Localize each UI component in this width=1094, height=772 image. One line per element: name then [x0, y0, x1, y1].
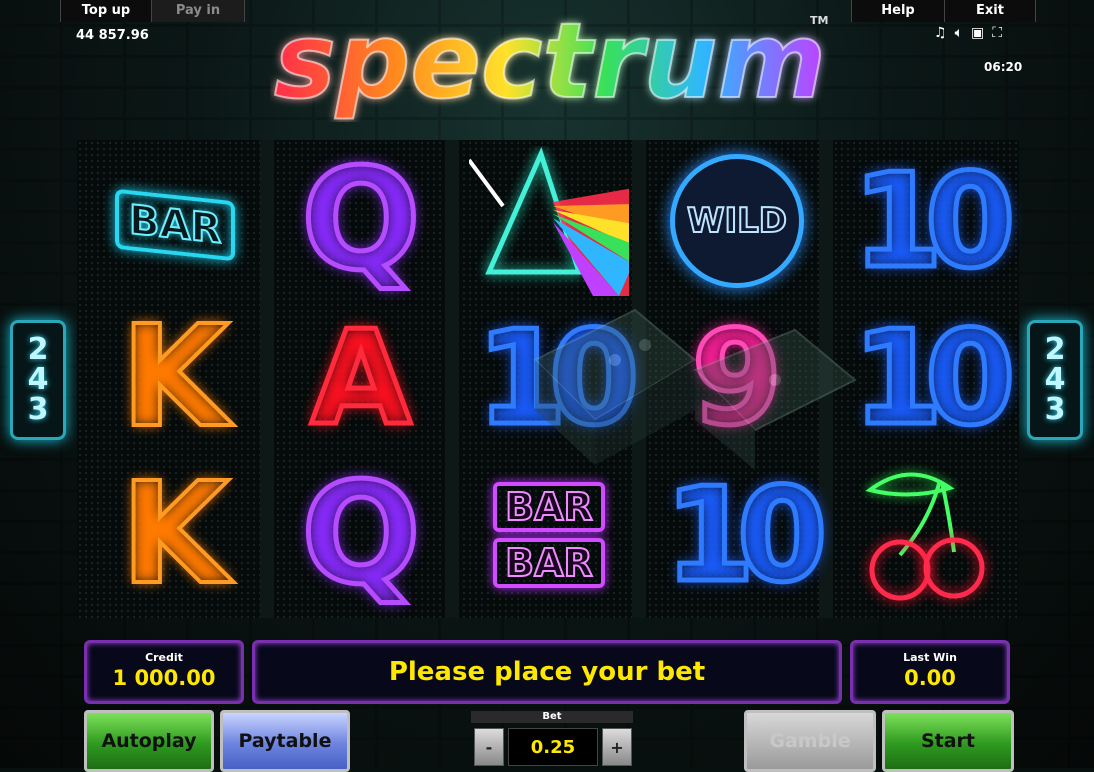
symbol-ten: 10 — [850, 302, 1018, 454]
bet-increase-button[interactable]: + — [602, 728, 632, 766]
symbol-ten: 10 — [850, 145, 1018, 297]
symbol-q: Q — [299, 453, 423, 616]
symbol-k: K — [119, 296, 231, 459]
reel-separator — [445, 140, 459, 618]
symbol-ten: 10 — [662, 459, 830, 611]
fullscreen-icon[interactable]: ⛶ — [992, 25, 1002, 41]
bet-decrease-button[interactable]: - — [474, 728, 504, 766]
start-button[interactable]: Start — [882, 710, 1014, 772]
reel-area: BAR K K Q A Q 10 BAR — [77, 140, 1019, 618]
bet-value: 0.25 — [508, 728, 598, 766]
reel-separator — [260, 140, 274, 618]
sound-icon[interactable]: 🔈︎ — [955, 25, 963, 41]
paytable-button[interactable]: Paytable — [220, 710, 350, 772]
gamble-button[interactable]: Gamble — [744, 710, 876, 772]
symbol-a: A — [308, 302, 414, 454]
svg-text:spectrum: spectrum — [274, 2, 826, 122]
trademark: TM — [810, 14, 829, 27]
top-up-button[interactable]: Top up — [60, 0, 152, 22]
symbol-prism — [469, 146, 629, 296]
message-panel: Please place your bet — [252, 640, 842, 704]
symbol-k: K — [119, 453, 231, 616]
symbol-double-bar: BAR BAR — [469, 460, 629, 610]
music-icon[interactable]: ♫ — [934, 25, 947, 41]
credit-label: Credit — [145, 651, 183, 664]
last-win-panel: Last Win 0.00 — [850, 640, 1010, 704]
balance-display: 44 857.96 — [76, 28, 149, 43]
pay-in-button[interactable]: Pay in — [151, 0, 245, 22]
credit-value: 1 000.00 — [112, 666, 216, 690]
dice-watermark — [533, 308, 857, 470]
symbol-q: Q — [299, 139, 423, 302]
clock: 06:20 — [984, 60, 1023, 74]
last-win-label: Last Win — [903, 651, 957, 664]
autoplay-button[interactable]: Autoplay — [84, 710, 214, 772]
last-win-value: 0.00 — [904, 666, 956, 690]
exit-button[interactable]: Exit — [944, 0, 1036, 22]
ways-indicator-right: 243 — [1027, 320, 1083, 440]
credit-panel: Credit 1 000.00 — [84, 640, 244, 704]
message-text: Please place your bet — [388, 657, 706, 687]
window-icon[interactable]: ▣ — [971, 25, 984, 41]
symbol-cherries — [845, 460, 1005, 610]
top-icons: ♫ 🔈︎ ▣ ⛶ — [934, 25, 1002, 41]
bet-label: Bet — [471, 711, 633, 723]
symbol-bar: BAR — [95, 150, 255, 300]
help-button[interactable]: Help — [851, 0, 945, 22]
ways-indicator-left: 243 — [10, 320, 66, 440]
spectrum-logo: spectrum — [273, 2, 827, 122]
symbol-wild: WILD — [657, 146, 817, 296]
